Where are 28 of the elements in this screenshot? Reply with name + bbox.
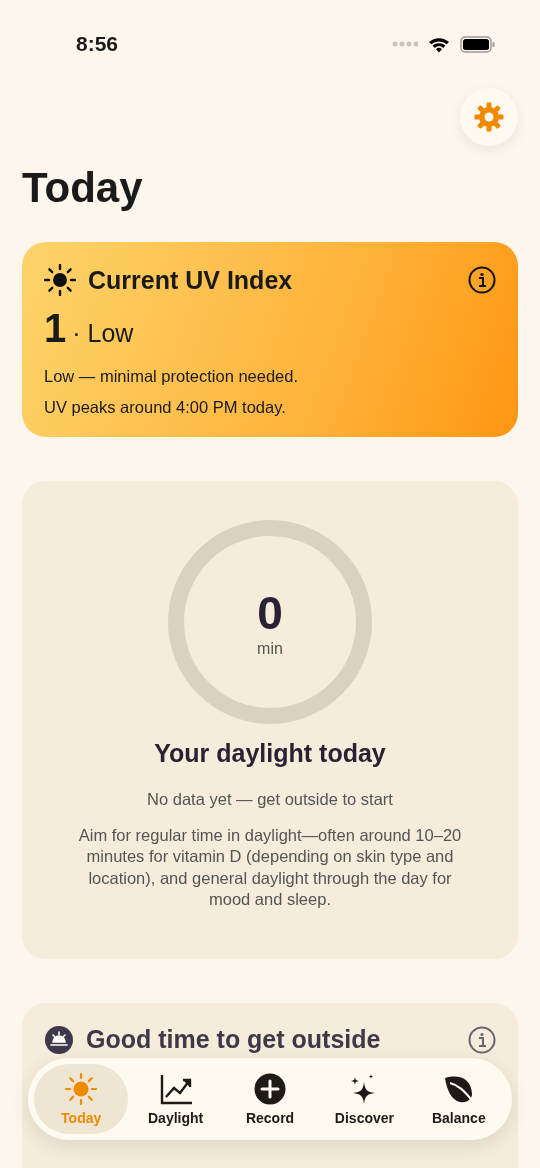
status-text: No data yet — get outside to start — [147, 790, 393, 809]
card-title: Your daylight today — [154, 739, 386, 768]
uv-value: 1 — [44, 306, 67, 351]
minutes-value: 0 — [257, 586, 283, 640]
signal-icon — [392, 41, 418, 47]
uv-description: UV peaks around 4:00 PM today. — [44, 398, 287, 417]
info-icon[interactable] — [468, 266, 496, 294]
status-time: 8:56 — [76, 32, 119, 56]
battery-icon — [460, 35, 496, 53]
chart-icon — [158, 1072, 193, 1106]
sun-icon — [44, 264, 76, 296]
minutes-unit: min — [257, 640, 283, 658]
uv-level: · Low — [72, 319, 134, 348]
tab[interactable]: Discover — [317, 1064, 412, 1134]
uv-description: Low — minimal protection needed. — [44, 367, 300, 386]
sunrise-icon — [44, 1024, 74, 1055]
tab[interactable]: Daylight — [128, 1064, 223, 1134]
card-title: Good time to get outside — [86, 1025, 382, 1055]
wifi-icon — [428, 35, 450, 53]
sun-icon — [64, 1072, 99, 1106]
tab[interactable]: Balance — [411, 1064, 507, 1134]
gear-icon — [473, 101, 505, 133]
card-title: Current UV Index — [88, 265, 294, 295]
page-title: Today — [22, 164, 144, 212]
info-icon[interactable] — [468, 1025, 496, 1054]
description-text: Aim for regular time in daylight—often around 10–20 minutes for vitamin D (depending on skin type and location), and general daylight through the day for mood and sleep. — [77, 825, 463, 911]
plus-circle-icon — [253, 1072, 287, 1106]
tab[interactable]: Record — [222, 1064, 318, 1134]
